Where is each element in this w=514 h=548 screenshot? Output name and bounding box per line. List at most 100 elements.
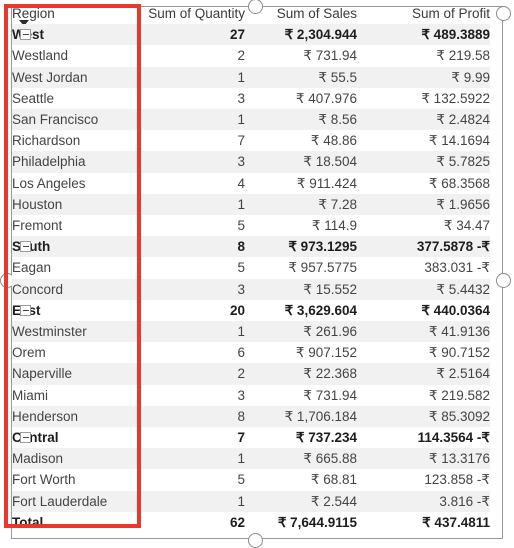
table-row[interactable]: Central 7 ₹ 737.234 114.3564 -₹ [12, 427, 490, 449]
cell-region[interactable]: West [12, 24, 141, 46]
cell-region[interactable]: Fort Lauderdale [12, 490, 141, 512]
table-row[interactable]: Richardson 7 ₹ 48.86 ₹ 14.1694 [12, 130, 490, 152]
cell-region[interactable]: Miami [12, 384, 141, 406]
cell-profit[interactable]: ₹ 440.0364 [357, 299, 490, 322]
collapse-minus-icon[interactable] [20, 241, 31, 253]
table-row[interactable]: Miami 3 ₹ 731.94 ₹ 219.582 [12, 384, 490, 406]
table-row[interactable]: Orem 6 ₹ 907.152 ₹ 90.7152 [12, 342, 490, 364]
cell-sales[interactable]: ₹ 737.234 [245, 427, 357, 449]
cell-quantity[interactable]: 6 [141, 342, 245, 364]
cell-region[interactable]: Eagan [12, 257, 141, 279]
cell-quantity[interactable]: 5 [141, 215, 245, 237]
cell-profit[interactable]: ₹ 219.58 [357, 45, 490, 67]
table-row[interactable]: Fremont 5 ₹ 114.9 ₹ 34.47 [12, 215, 490, 237]
cell-quantity[interactable]: 3 [141, 151, 245, 173]
cell-quantity[interactable]: 27 [141, 24, 245, 46]
table-row[interactable]: Eagan 5 ₹ 957.5775 383.031 -₹ [12, 257, 490, 279]
cell-profit[interactable]: ₹ 2.5164 [357, 363, 490, 385]
cell-profit[interactable]: ₹ 437.4811 [357, 511, 490, 534]
table-row[interactable]: Total 62 ₹ 7,644.9115 ₹ 437.4811 [12, 511, 490, 534]
cell-sales[interactable]: ₹ 7.28 [245, 193, 357, 216]
collapse-minus-icon[interactable] [20, 432, 31, 444]
cell-profit[interactable]: ₹ 5.7825 [357, 151, 490, 173]
column-header-quantity[interactable]: Sum of Quantity [141, 3, 245, 24]
cell-sales[interactable]: ₹ 261.96 [245, 321, 357, 343]
cell-region[interactable]: Philadelphia [12, 151, 141, 173]
collapse-minus-icon[interactable] [20, 304, 31, 316]
cell-profit[interactable]: ₹ 41.9136 [357, 321, 490, 343]
cell-profit[interactable]: ₹ 132.5922 [357, 87, 490, 110]
cell-profit[interactable]: 377.5878 -₹ [357, 236, 490, 258]
cell-quantity[interactable]: 1 [141, 66, 245, 88]
cell-sales[interactable]: ₹ 407.976 [245, 87, 357, 110]
column-header-region[interactable]: Region [12, 3, 141, 25]
cell-profit[interactable]: ₹ 5.4432 [357, 278, 490, 300]
table-row[interactable]: Naperville 2 ₹ 22.368 ₹ 2.5164 [12, 363, 490, 385]
cell-sales[interactable]: ₹ 22.368 [245, 363, 357, 385]
table-row[interactable]: San Francisco 1 ₹ 8.56 ₹ 2.4824 [12, 109, 490, 131]
table-row[interactable]: Seattle 3 ₹ 407.976 ₹ 132.5922 [12, 87, 490, 110]
cell-region[interactable]: San Francisco [12, 109, 141, 131]
table-row[interactable]: South 8 ₹ 973.1295 377.5878 -₹ [12, 236, 490, 258]
table-row[interactable]: Concord 3 ₹ 15.552 ₹ 5.4432 [12, 278, 490, 300]
cell-quantity[interactable]: 3 [141, 87, 245, 110]
cell-profit[interactable]: 123.858 -₹ [357, 469, 490, 491]
cell-profit[interactable]: 3.816 -₹ [357, 490, 490, 512]
cell-sales[interactable]: ₹ 2.544 [245, 490, 357, 512]
cell-profit[interactable]: ₹ 13.3176 [357, 448, 490, 470]
cell-profit[interactable]: ₹ 34.47 [357, 215, 490, 237]
cell-region[interactable]: Westminster [12, 321, 141, 343]
cell-profit[interactable]: 383.031 -₹ [357, 257, 490, 279]
cell-sales[interactable]: ₹ 911.424 [245, 172, 357, 194]
cell-quantity[interactable]: 1 [141, 321, 245, 343]
table-row[interactable]: West Jordan 1 ₹ 55.5 ₹ 9.99 [12, 66, 490, 88]
cell-region[interactable]: Concord [12, 278, 141, 300]
cell-quantity[interactable]: 20 [141, 299, 245, 322]
table-row[interactable]: Los Angeles 4 ₹ 911.424 ₹ 68.3568 [12, 172, 490, 194]
table-row[interactable]: Madison 1 ₹ 665.88 ₹ 13.3176 [12, 448, 490, 470]
cell-region[interactable]: Fort Worth [12, 469, 141, 491]
cell-sales[interactable]: ₹ 1,706.184 [245, 405, 357, 428]
resize-handle-right[interactable] [496, 273, 511, 288]
cell-quantity[interactable]: 2 [141, 363, 245, 385]
cell-sales[interactable]: ₹ 957.5775 [245, 257, 357, 279]
cell-region[interactable]: West Jordan [12, 66, 141, 88]
table-row[interactable]: Philadelphia 3 ₹ 18.504 ₹ 5.7825 [12, 151, 490, 173]
cell-sales[interactable]: ₹ 7,644.9115 [245, 511, 357, 534]
cell-profit[interactable]: ₹ 90.7152 [357, 342, 490, 364]
cell-region[interactable]: South [12, 236, 141, 258]
cell-quantity[interactable]: 1 [141, 490, 245, 512]
cell-region[interactable]: Madison [12, 448, 141, 470]
cell-profit[interactable]: ₹ 9.99 [357, 66, 490, 88]
resize-handle-bottom[interactable] [248, 533, 263, 548]
cell-quantity[interactable]: 3 [141, 384, 245, 406]
cell-region[interactable]: Fremont [12, 215, 141, 237]
cell-region[interactable]: Orem [12, 342, 141, 364]
cell-sales[interactable]: ₹ 665.88 [245, 448, 357, 470]
cell-quantity[interactable]: 1 [141, 109, 245, 131]
cell-region[interactable]: Henderson [12, 405, 141, 428]
cell-region[interactable]: Westland [12, 45, 141, 67]
cell-region[interactable]: Total [12, 511, 141, 534]
column-header-sales[interactable]: Sum of Sales [245, 3, 357, 24]
cell-region[interactable]: Seattle [12, 87, 141, 110]
table-row[interactable]: Houston 1 ₹ 7.28 ₹ 1.9656 [12, 193, 490, 216]
cell-quantity[interactable]: 2 [141, 45, 245, 67]
cell-sales[interactable]: ₹ 907.152 [245, 342, 357, 364]
table-row[interactable]: Fort Worth 5 ₹ 68.81 123.858 -₹ [12, 469, 490, 491]
collapse-minus-icon[interactable] [20, 29, 31, 41]
cell-sales[interactable]: ₹ 3,629.604 [245, 299, 357, 322]
cell-sales[interactable]: ₹ 2,304.944 [245, 24, 357, 46]
cell-profit[interactable]: ₹ 2.4824 [357, 109, 490, 131]
cell-profit[interactable]: ₹ 68.3568 [357, 172, 490, 194]
cell-sales[interactable]: ₹ 114.9 [245, 215, 357, 237]
column-header-profit[interactable]: Sum of Profit [357, 3, 490, 24]
cell-profit[interactable]: 114.3564 -₹ [357, 427, 490, 449]
table-row[interactable]: Westland 2 ₹ 731.94 ₹ 219.58 [12, 45, 490, 67]
resize-handle-top-right[interactable] [496, 6, 511, 21]
cell-quantity[interactable]: 8 [141, 236, 245, 258]
cell-region[interactable]: East [12, 299, 141, 322]
table-row[interactable]: East20₹ 3,629.604₹ 440.0364 [12, 299, 490, 322]
table-row[interactable]: Fort Lauderdale 1 ₹ 2.544 3.816 -₹ [12, 490, 490, 512]
cell-sales[interactable]: ₹ 8.56 [245, 109, 357, 131]
